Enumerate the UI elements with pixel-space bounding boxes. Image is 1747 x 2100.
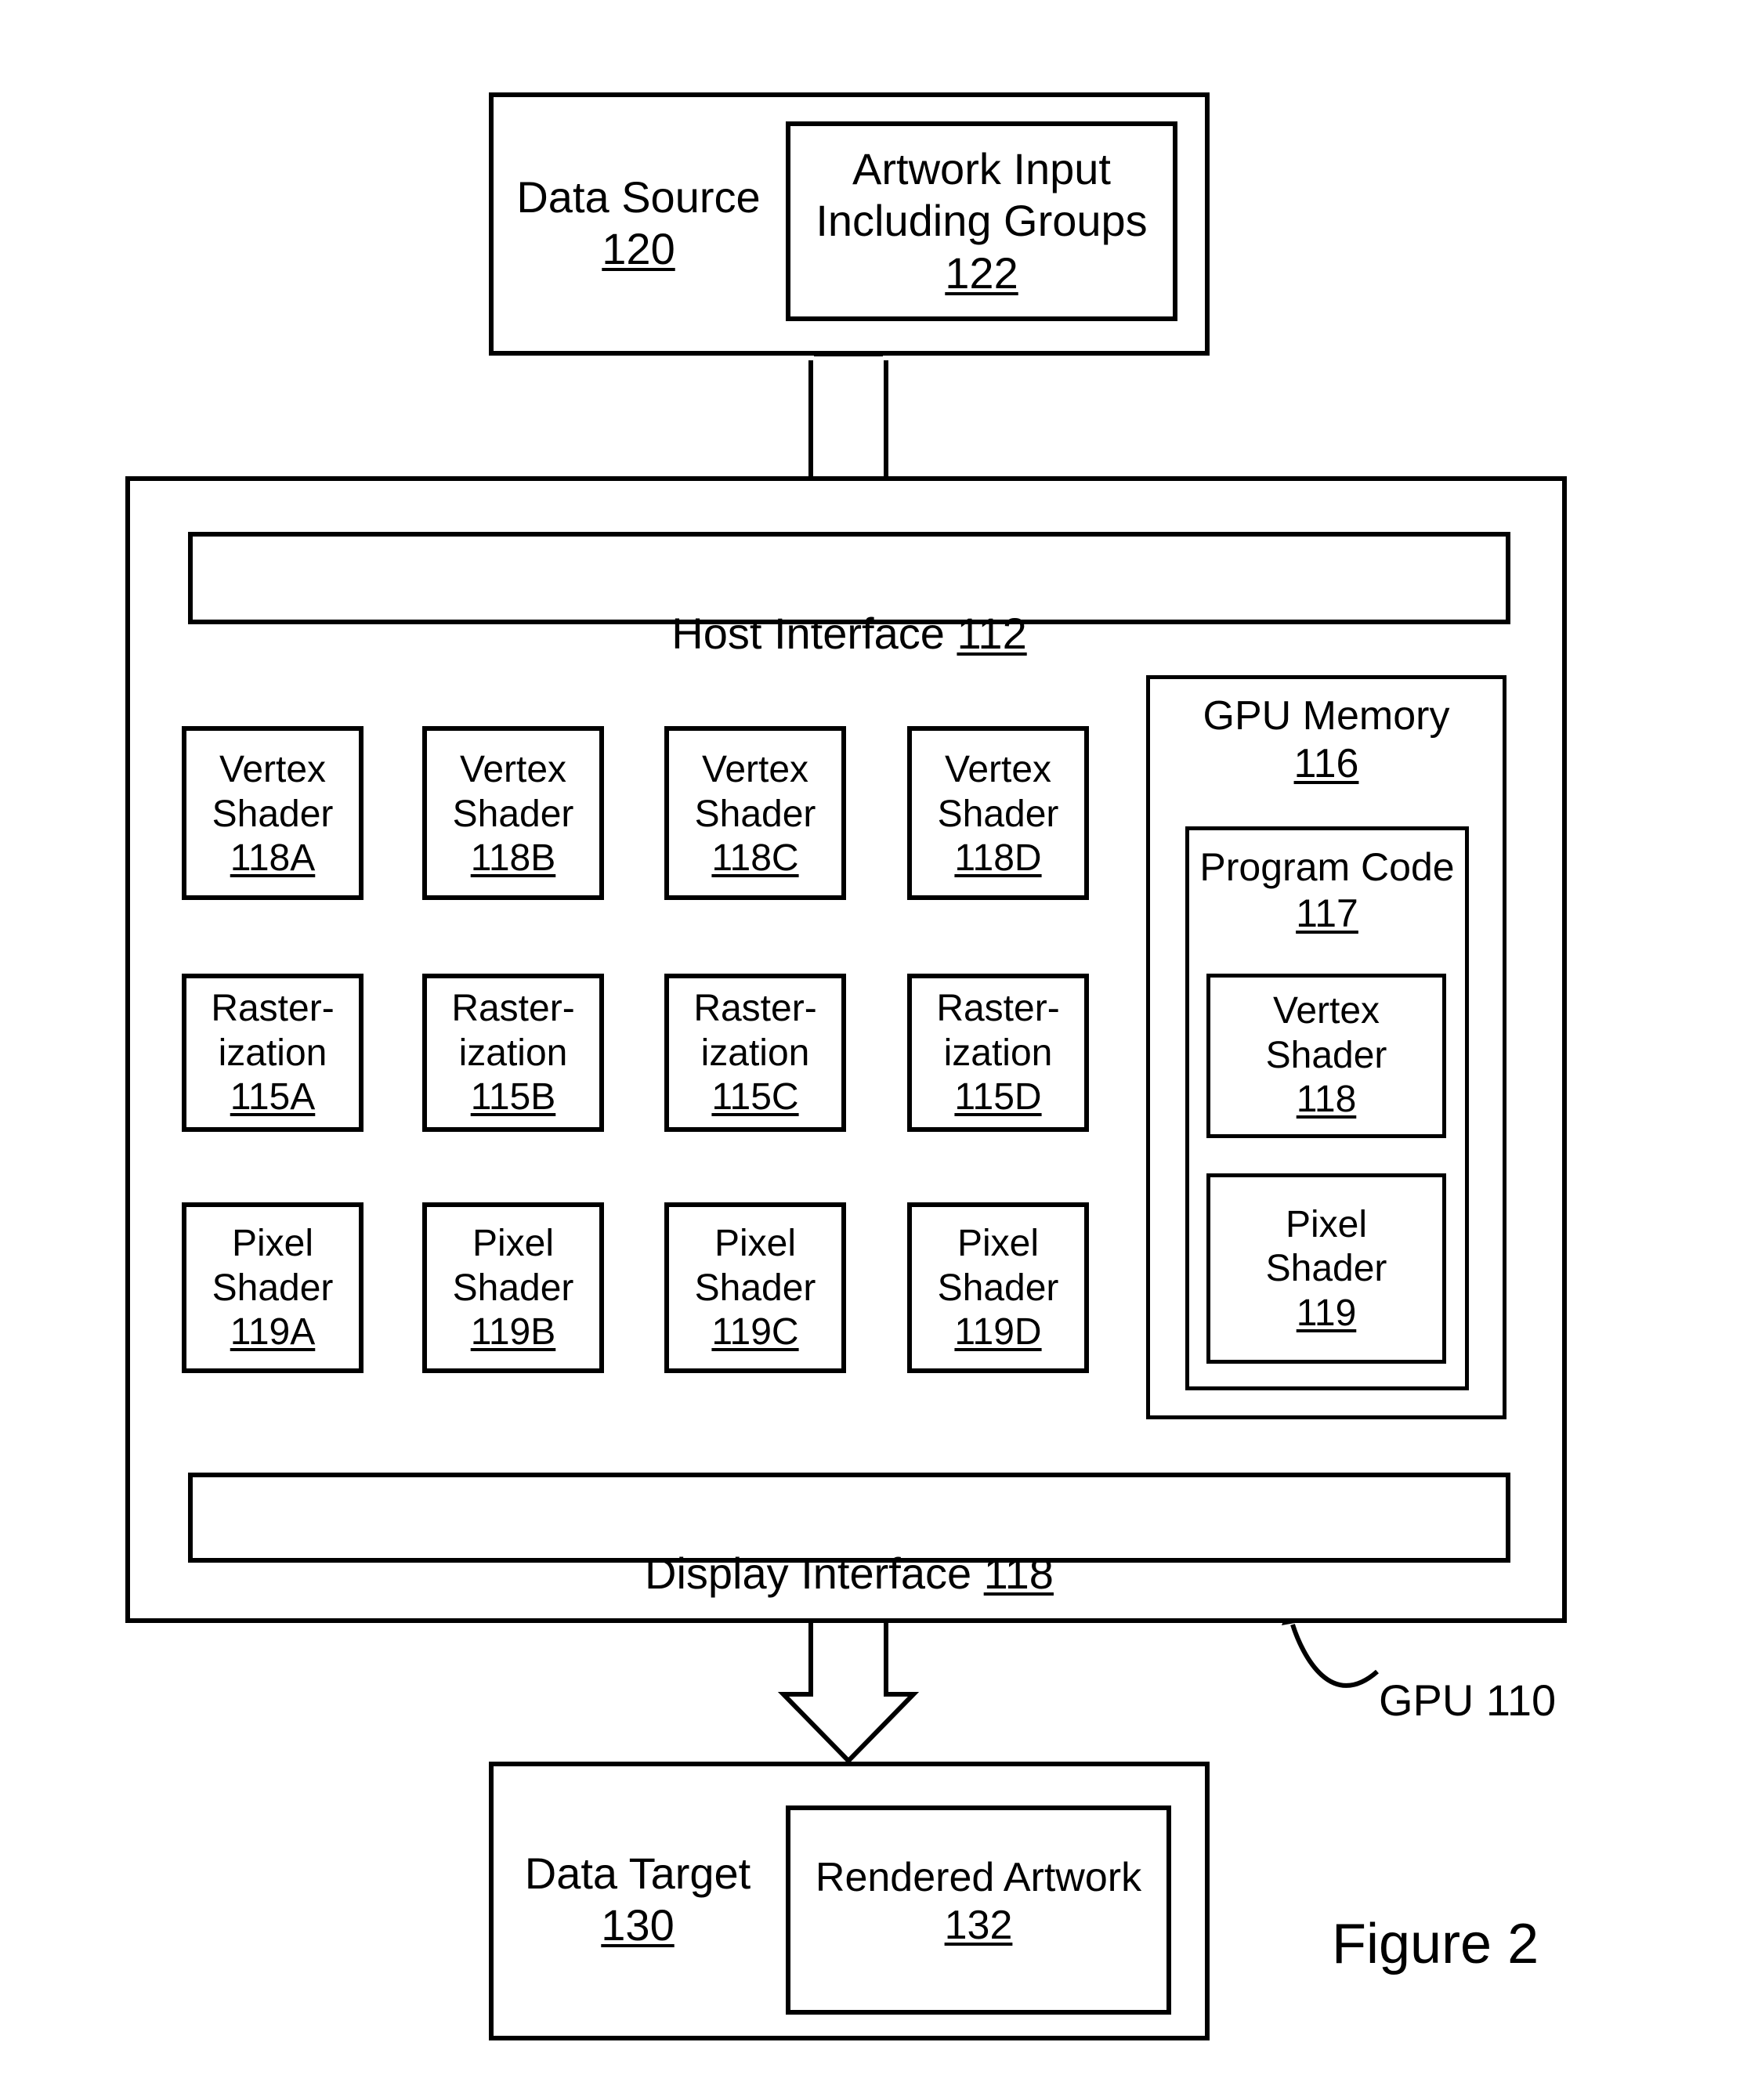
vertex-shader-title-1: Vertex Shader [452, 749, 574, 835]
program-code-vertex-shader-ref: 118 [1296, 1079, 1357, 1121]
program-code-pixel-shader-title: Pixel Shader [1265, 1203, 1387, 1290]
rasterization-title-1: Raster- ization [451, 988, 575, 1074]
pixel-shader-title-2: Pixel Shader [694, 1223, 816, 1309]
pixel-shader-ref-0: 119A [230, 1311, 316, 1354]
artwork-input-title: Artwork Input Including Groups [816, 144, 1148, 246]
rasterization-label-1: Raster- ization 115B [422, 983, 604, 1124]
vertex-shader-ref-0: 118A [230, 837, 316, 880]
rendered-artwork-title: Rendered Artwork [815, 1854, 1142, 1900]
vertex-shader-ref-1: 118B [470, 837, 556, 880]
host-interface-title: Host Interface [671, 609, 945, 659]
rasterization-title-0: Raster- ization [211, 988, 335, 1074]
data-source-label: Data Source 120 [501, 168, 776, 278]
rasterization-title-2: Raster- ization [693, 988, 817, 1074]
pixel-shader-title-0: Pixel Shader [212, 1223, 334, 1309]
display-interface-label: Display Interface 118 [188, 1496, 1510, 1599]
pixel-shader-title-3: Pixel Shader [937, 1223, 1059, 1309]
pixel-shader-title-1: Pixel Shader [452, 1223, 574, 1309]
vertex-shader-label-2: Vertex Shader 118C [664, 740, 846, 889]
pixel-shader-label-1: Pixel Shader 119B [422, 1214, 604, 1363]
data-source-title: Data Source [516, 172, 761, 222]
rasterization-label-0: Raster- ization 115A [182, 983, 364, 1124]
vertex-shader-title-3: Vertex Shader [937, 749, 1059, 835]
host-interface-ref: 112 [957, 609, 1027, 659]
rasterization-ref-2: 115C [711, 1076, 799, 1119]
vertex-shader-ref-2: 118C [711, 837, 799, 880]
program-code-pixel-shader-ref: 119 [1296, 1292, 1357, 1334]
program-code-vertex-shader-label: Vertex Shader 118 [1206, 985, 1446, 1126]
program-code-ref: 117 [1296, 891, 1358, 935]
program-code-vertex-shader-title: Vertex Shader [1265, 990, 1387, 1076]
vertex-shader-title-0: Vertex Shader [212, 749, 334, 835]
rasterization-title-3: Raster- ization [936, 988, 1060, 1074]
pixel-shader-label-3: Pixel Shader 119D [907, 1214, 1089, 1363]
rasterization-label-3: Raster- ization 115D [907, 983, 1089, 1124]
program-code-title: Program Code [1199, 845, 1455, 889]
vertex-shader-label-0: Vertex Shader 118A [182, 740, 364, 889]
pixel-shader-ref-1: 119B [470, 1311, 556, 1354]
figure-caption: Figure 2 [1332, 1913, 1539, 1975]
vertex-shader-ref-3: 118D [954, 837, 1042, 880]
rasterization-label-2: Raster- ization 115C [664, 983, 846, 1124]
rendered-artwork-ref: 132 [944, 1903, 1013, 1948]
pixel-shader-label-2: Pixel Shader 119C [664, 1214, 846, 1363]
gpu-memory-ref: 116 [1293, 741, 1359, 786]
rasterization-ref-1: 115B [470, 1076, 556, 1119]
display-interface-ref: 118 [983, 1549, 1054, 1599]
gpu-memory-label: GPU Memory 116 [1146, 693, 1506, 787]
data-target-label: Data Target 130 [500, 1845, 776, 1954]
patent-figure-2: Data Source 120 Artwork Input Including … [0, 0, 1747, 2100]
program-code-label: Program Code 117 [1179, 844, 1475, 938]
pixel-shader-ref-2: 119C [711, 1311, 799, 1354]
gpu-memory-title: GPU Memory [1203, 692, 1450, 739]
artwork-input-ref: 122 [945, 248, 1018, 298]
gpu-callout-leader [1290, 1624, 1379, 1688]
rasterization-ref-3: 115D [954, 1076, 1042, 1119]
artwork-input-label: Artwork Input Including Groups 122 [790, 137, 1174, 305]
vertex-shader-label-1: Vertex Shader 118B [422, 740, 604, 889]
gpu-callout-label: GPU 110 [1379, 1675, 1557, 1725]
data-target-ref: 130 [601, 1900, 675, 1950]
rasterization-ref-0: 115A [230, 1076, 316, 1119]
data-target-title: Data Target [524, 1848, 751, 1898]
program-code-pixel-shader-label: Pixel Shader 119 [1206, 1197, 1446, 1342]
display-interface-title: Display Interface [645, 1549, 972, 1599]
data-source-ref: 120 [602, 224, 675, 273]
pixel-shader-label-0: Pixel Shader 119A [182, 1214, 364, 1363]
host-interface-label: Host Interface 112 [188, 556, 1510, 660]
pixel-shader-ref-3: 119D [954, 1311, 1042, 1354]
rendered-artwork-label: Rendered Artwork 132 [786, 1847, 1171, 1957]
vertex-shader-title-2: Vertex Shader [694, 749, 816, 835]
vertex-shader-label-3: Vertex Shader 118D [907, 740, 1089, 889]
